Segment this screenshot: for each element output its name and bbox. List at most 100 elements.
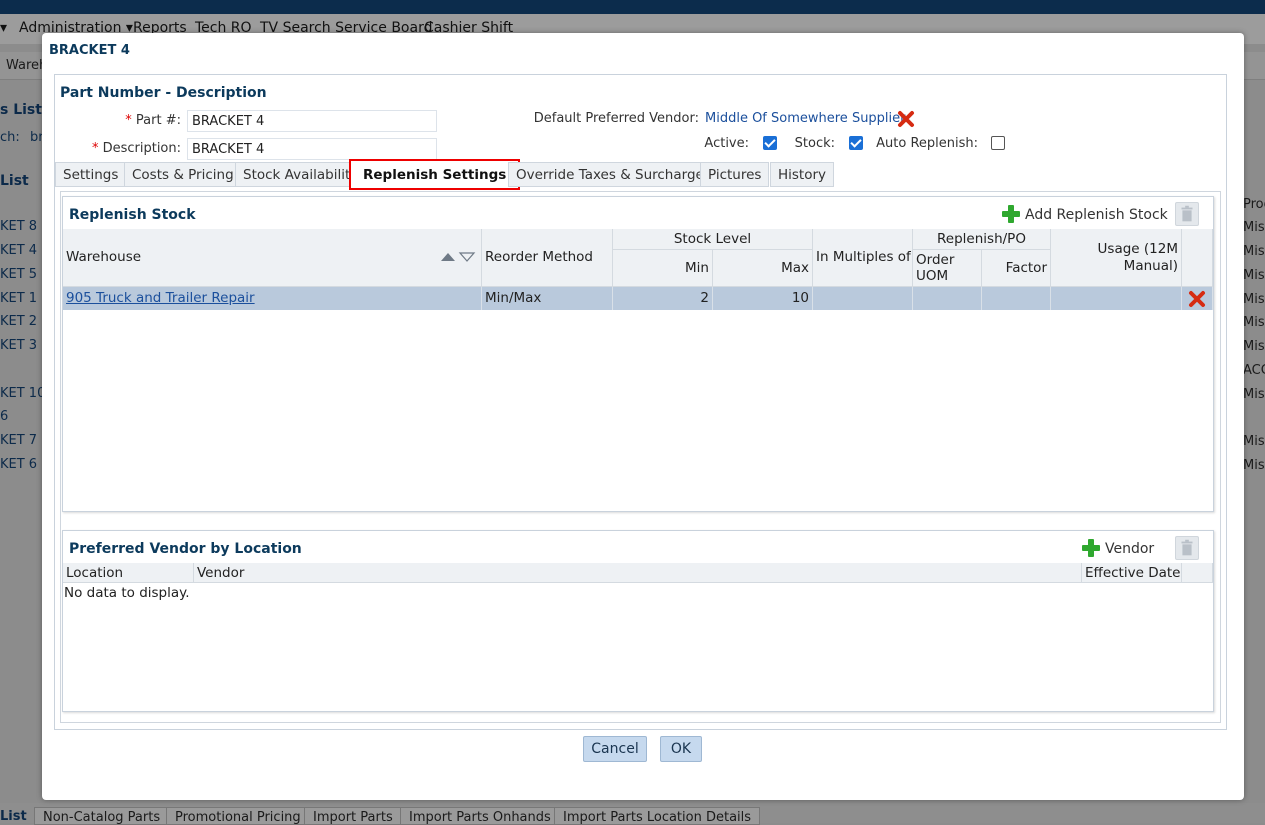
- cancel-button[interactable]: Cancel: [583, 736, 647, 762]
- stock-checkbox[interactable]: [849, 136, 863, 150]
- dialog-title: BRACKET 4: [49, 43, 130, 58]
- cell-min: 2: [613, 287, 713, 310]
- bg-cell: Misc: [1243, 268, 1265, 283]
- sort-icon[interactable]: [440, 251, 476, 263]
- bg-row[interactable]: KET 7: [0, 433, 37, 448]
- table-row[interactable]: 905 Truck and Trailer Repair Min/Max 2 1…: [63, 287, 1213, 310]
- default-vendor-link[interactable]: Middle Of Somewhere Supplier: [705, 111, 906, 126]
- cell-reorder: Min/Max: [482, 287, 613, 310]
- bg-cell: Misc: [1243, 387, 1265, 402]
- bg-cell: Misc: [1243, 315, 1265, 330]
- top-banner: [0, 0, 1265, 14]
- col-in-multiples[interactable]: In Multiples of: [813, 229, 913, 287]
- part-dialog: BRACKET 4 Part Number - Description * Pa…: [42, 33, 1244, 800]
- section-title: Part Number - Description: [60, 85, 267, 101]
- replenish-stock-panel: Replenish Stock Add Replenish Stock Ware…: [62, 196, 1214, 512]
- replenish-settings-body: Replenish Stock Add Replenish Stock Ware…: [60, 191, 1221, 723]
- col-vendor[interactable]: Vendor: [194, 563, 1082, 583]
- col-location[interactable]: Location: [63, 563, 194, 583]
- col-max[interactable]: Max: [713, 250, 813, 287]
- col-effective-date[interactable]: Effective Date: [1082, 563, 1182, 583]
- col-min[interactable]: Min: [613, 250, 713, 287]
- background-right-column: Prod Misc Misc Misc Misc Misc Misc ACC M…: [1243, 190, 1265, 490]
- cell-factor: [982, 287, 1051, 310]
- replenish-grid-header: Warehouse Reorder Method Stock Level Min…: [63, 229, 1213, 287]
- bottom-tab-import-onhands[interactable]: Import Parts Onhands: [400, 807, 560, 825]
- description-input[interactable]: BRACKET 4: [187, 138, 437, 160]
- warehouse-link[interactable]: 905 Truck and Trailer Repair: [66, 290, 255, 306]
- col-factor[interactable]: Factor: [982, 250, 1051, 287]
- cell-usage: [1051, 287, 1182, 310]
- background-parts-list: s List ch: br List KET 8 KET 4 KET 5 KET…: [0, 80, 45, 800]
- bg-cell: Misc: [1243, 434, 1265, 449]
- delete-row-icon[interactable]: [1188, 290, 1206, 308]
- col-reorder-method[interactable]: Reorder Method: [482, 229, 613, 287]
- bg-cell: Misc: [1243, 292, 1265, 307]
- bg-cell: Misc: [1243, 220, 1265, 235]
- part-number-input[interactable]: BRACKET 4: [187, 110, 437, 132]
- add-replenish-stock-button[interactable]: Add Replenish Stock: [1025, 207, 1168, 223]
- col-stock-level: Stock Level: [613, 229, 813, 250]
- vendor-grid-header: Location Vendor Effective Date: [63, 563, 1213, 583]
- menu-arrow[interactable]: ▾: [0, 20, 7, 36]
- bg-col-header: Prod: [1243, 197, 1265, 212]
- col-replenish-po: Replenish/PO: [913, 229, 1051, 250]
- delete-vendor-button[interactable]: [1175, 536, 1199, 560]
- bg-cell: Misc: [1243, 339, 1265, 354]
- cell-delete[interactable]: [1182, 287, 1213, 310]
- cell-order-uom: [913, 287, 982, 310]
- no-data-message: No data to display.: [64, 585, 190, 601]
- active-checkbox[interactable]: [763, 136, 777, 150]
- bg-row[interactable]: KET 4: [0, 243, 37, 258]
- bg-search-label: ch:: [0, 130, 20, 145]
- description-label: * Description:: [91, 141, 181, 156]
- bg-list-header: List: [0, 173, 29, 189]
- cell-max: 10: [713, 287, 813, 310]
- vendor-location-title: Preferred Vendor by Location: [69, 541, 302, 557]
- bottom-tab-list[interactable]: List: [0, 807, 35, 825]
- bottom-tab-import-parts[interactable]: Import Parts: [304, 807, 402, 825]
- ok-button[interactable]: OK: [660, 736, 702, 762]
- bg-cell: Misc: [1243, 458, 1265, 473]
- bg-row[interactable]: KET 5: [0, 267, 37, 282]
- bottom-tab-import-location[interactable]: Import Parts Location Details: [554, 807, 761, 825]
- auto-replenish-label: Auto Replenish:: [876, 136, 978, 151]
- bg-row[interactable]: KET 2: [0, 314, 37, 329]
- bg-row[interactable]: KET 8: [0, 219, 37, 234]
- col-usage[interactable]: Usage (12M Manual): [1051, 229, 1182, 287]
- tab-history[interactable]: History: [770, 162, 835, 187]
- bottom-tab-non-catalog[interactable]: Non-Catalog Parts: [34, 807, 170, 825]
- delete-replenish-button[interactable]: [1175, 202, 1199, 226]
- bg-row[interactable]: KET 3: [0, 338, 37, 353]
- remove-vendor-icon[interactable]: [897, 110, 915, 128]
- col-actions: [1182, 229, 1213, 287]
- tab-pictures[interactable]: Pictures: [700, 162, 770, 187]
- bg-row[interactable]: KET 1: [0, 291, 37, 306]
- add-icon[interactable]: [1002, 205, 1020, 223]
- part-panel: Part Number - Description * Part #: BRAC…: [54, 74, 1227, 730]
- vendor-by-location-panel: Preferred Vendor by Location Vendor Loca…: [62, 530, 1214, 712]
- bg-row[interactable]: KET 6: [0, 457, 37, 472]
- col-warehouse[interactable]: Warehouse: [63, 229, 482, 287]
- bg-row[interactable]: 6: [0, 409, 8, 424]
- col-order-uom[interactable]: Order UOM: [913, 250, 982, 287]
- add-vendor-icon[interactable]: [1082, 539, 1100, 557]
- active-label: Active:: [704, 136, 749, 151]
- trash-icon: [1181, 539, 1193, 556]
- replenish-stock-title: Replenish Stock: [69, 207, 196, 223]
- bg-row[interactable]: KET 10: [0, 386, 45, 401]
- tab-settings[interactable]: Settings: [55, 162, 127, 187]
- stock-label: Stock:: [794, 136, 835, 151]
- bg-cell: ACC: [1243, 363, 1265, 378]
- default-vendor-label: Default Preferred Vendor:: [533, 111, 699, 126]
- tab-costs-pricing[interactable]: Costs & Pricing: [124, 162, 242, 187]
- part-number-label: * Part #:: [125, 113, 181, 128]
- col-vendor-actions: [1182, 563, 1213, 583]
- add-vendor-button[interactable]: Vendor: [1105, 541, 1154, 557]
- cell-warehouse[interactable]: 905 Truck and Trailer Repair: [63, 287, 482, 310]
- tab-replenish-settings[interactable]: Replenish Settings: [349, 159, 521, 190]
- auto-replenish-checkbox[interactable]: [991, 136, 1005, 150]
- bottom-tab-promotional[interactable]: Promotional Pricing: [166, 807, 310, 825]
- tab-override-taxes[interactable]: Override Taxes & Surcharges: [508, 162, 719, 187]
- tab-stock-availability[interactable]: Stock Availability: [235, 162, 367, 187]
